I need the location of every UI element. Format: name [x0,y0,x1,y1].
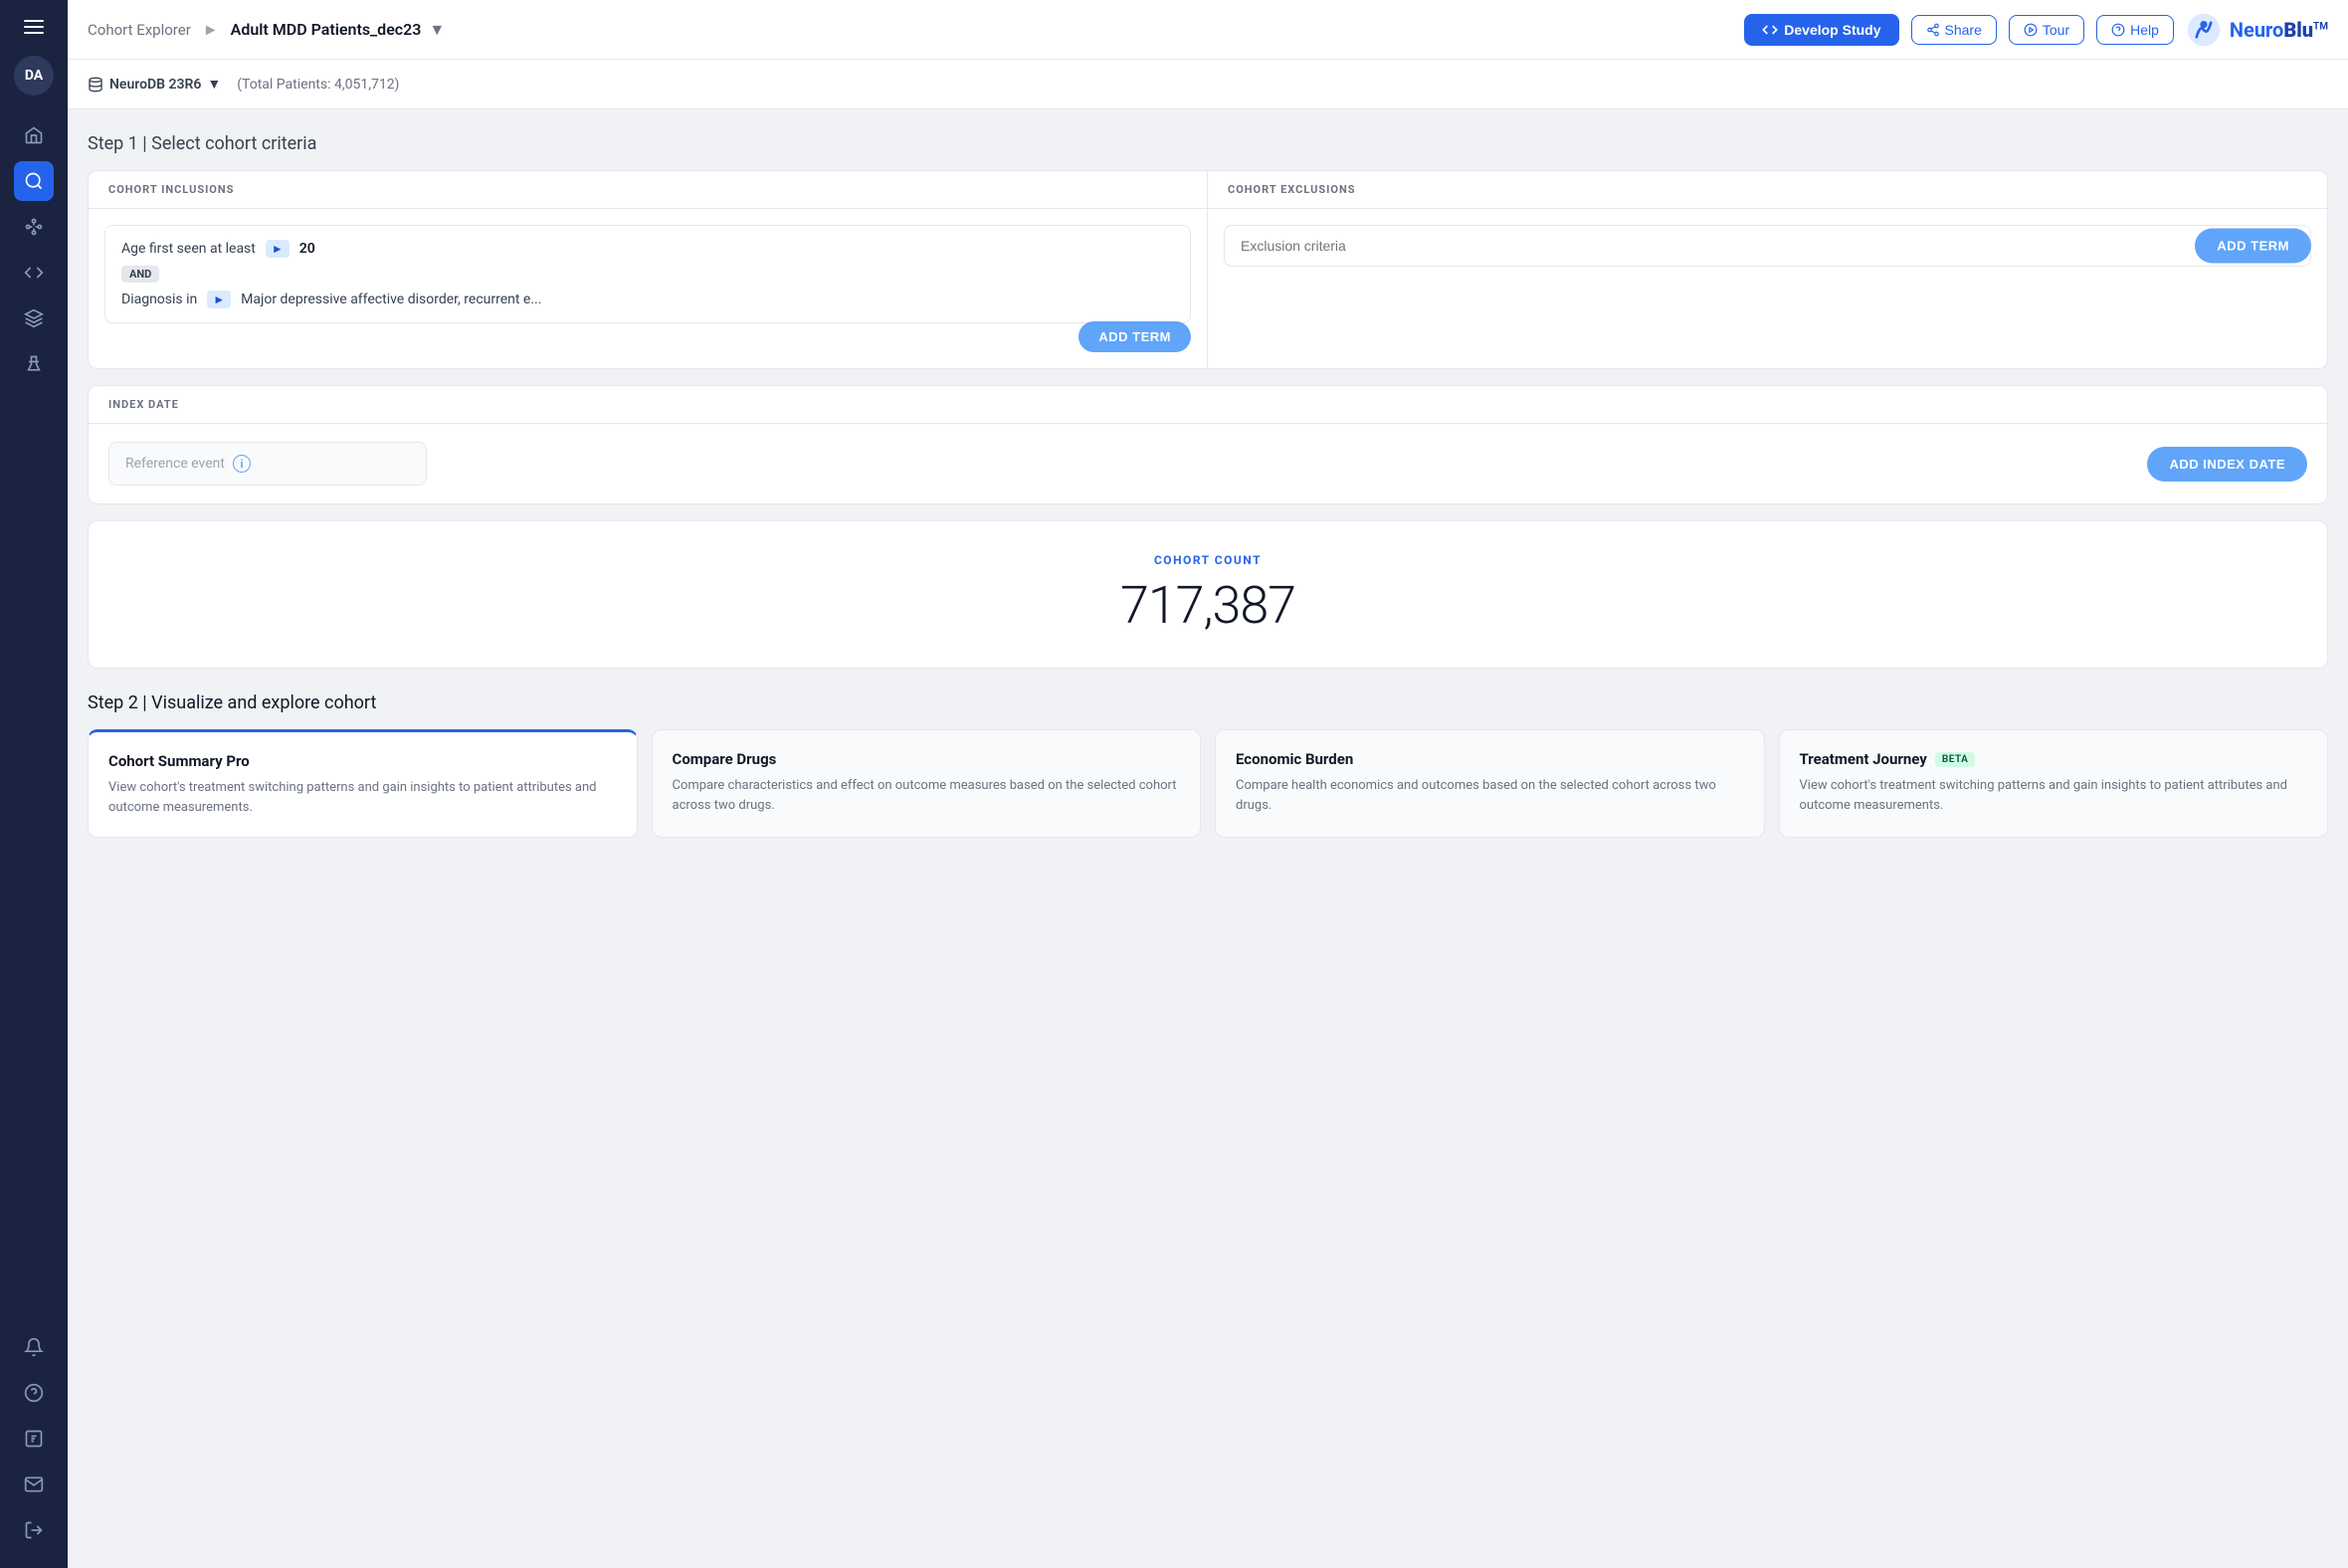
inclusion-row-1: Age first seen at least ► 20 [121,240,1174,258]
sidebar-item-cohort[interactable] [14,161,54,201]
sidebar-item-question[interactable] [14,1419,54,1459]
explore-card-economic-burden[interactable]: Economic Burden Compare health economics… [1215,729,1765,838]
explore-card-title-3: Economic Burden [1236,750,1744,768]
share-button[interactable]: Share [1911,15,1997,45]
explore-card-desc-3: Compare health economics and outcomes ba… [1236,776,1744,815]
explore-card-desc-4: View cohort's treatment switching patter… [1800,776,2308,815]
inclusions-col: COHORT INCLUSIONS Age first seen at leas… [89,171,1208,368]
index-header: INDEX DATE [89,386,2327,424]
sidebar-item-pipeline[interactable] [14,207,54,247]
sidebar-item-code[interactable] [14,253,54,293]
inclusion-item: Age first seen at least ► 20 AND Diagnos… [104,225,1191,323]
develop-study-label: Develop Study [1784,22,1880,38]
topbar: Cohort Explorer ► Adult MDD Patients_dec… [68,0,2348,60]
criteria-columns: COHORT INCLUSIONS Age first seen at leas… [89,171,2327,368]
index-body: Reference event i ADD INDEX DATE [89,424,2327,503]
explore-cards: Cohort Summary Pro View cohort's treatme… [88,729,2328,838]
inclusions-header: COHORT INCLUSIONS [89,171,1207,209]
arrow-badge-1: ► [266,240,290,258]
sidebar-item-logout[interactable] [14,1510,54,1550]
info-icon: i [233,455,251,473]
help-label: Help [2130,22,2159,38]
step2-heading: Step 2 | Visualize and explore cohort [88,692,2328,713]
exclusion-input[interactable] [1224,225,2311,267]
criteria-card: COHORT INCLUSIONS Age first seen at leas… [88,170,2328,369]
sidebar-item-notifications[interactable] [14,1327,54,1367]
add-term-inclusion-button[interactable]: ADD TERM [1078,321,1191,352]
inclusions-body: Age first seen at least ► 20 AND Diagnos… [89,209,1207,368]
explore-card-desc-2: Compare characteristics and effect on ou… [673,776,1181,815]
subbar: NeuroDB 23R6 ▼ (Total Patients: 4,051,71… [68,60,2348,109]
add-index-date-button[interactable]: ADD INDEX DATE [2147,447,2307,482]
exclusion-input-wrap: ADD TERM [1224,225,2311,267]
title-dropdown-icon[interactable]: ▼ [429,20,445,40]
exclusions-col: COHORT EXCLUSIONS ADD TERM [1208,171,2327,368]
cohort-count-card: COHORT COUNT 717,387 [88,520,2328,669]
logo-neuro: Neuro [2230,18,2283,42]
sidebar-item-home[interactable] [14,115,54,155]
cohort-count-label: COHORT COUNT [120,553,2295,567]
help-button[interactable]: Help [2096,15,2174,45]
index-card: INDEX DATE Reference event i ADD INDEX D… [88,385,2328,504]
diagnosis-row: Diagnosis in ► Major depressive affectiv… [121,291,1174,308]
sidebar-item-help-circle[interactable] [14,1373,54,1413]
develop-study-button[interactable]: Develop Study [1744,14,1898,46]
share-label: Share [1945,22,1982,38]
db-name: NeuroDB 23R6 [109,77,201,93]
topbar-left: Cohort Explorer ► Adult MDD Patients_dec… [88,20,1744,40]
explore-card-desc-1: View cohort's treatment switching patter… [108,778,617,817]
sidebar-item-layers[interactable] [14,298,54,338]
diagnosis-label: Diagnosis in [121,292,197,307]
sidebar: DA [0,0,68,1568]
add-term-exclusion-button[interactable]: ADD TERM [2195,229,2311,264]
arrow-badge-2: ► [207,291,231,308]
ref-event-placeholder: Reference event [125,456,225,472]
topbar-right: Develop Study Share Tour Help [1744,12,2328,48]
explore-card-title-2: Compare Drugs [673,750,1181,768]
and-badge: AND [121,266,159,283]
logo: NeuroBluTM [2186,12,2328,48]
step1-heading: Step 1 | Select cohort criteria [88,133,2328,154]
main-content: Cohort Explorer ► Adult MDD Patients_dec… [68,0,2348,1568]
diagnosis-value: Major depressive affective disorder, rec… [241,292,541,307]
tour-button[interactable]: Tour [2009,15,2084,45]
hamburger-menu[interactable] [20,12,48,42]
db-selector[interactable]: NeuroDB 23R6 ▼ [88,76,221,93]
sidebar-item-mail[interactable] [14,1465,54,1504]
exclusions-body: ADD TERM [1208,209,2327,368]
logo-tm: TM [2313,21,2328,32]
logo-blu: Blu [2283,18,2313,42]
explore-card-treatment-journey[interactable]: Treatment Journey BETA View cohort's tre… [1779,729,2329,838]
page-content: Step 1 | Select cohort criteria COHORT I… [68,109,2348,1568]
total-patients: (Total Patients: 4,051,712) [237,77,399,93]
age-value: 20 [299,241,315,257]
explore-card-title-1: Cohort Summary Pro [108,752,617,770]
cohort-count-value: 717,387 [120,575,2295,636]
explore-card-compare-drugs[interactable]: Compare Drugs Compare characteristics an… [652,729,1202,838]
sidebar-item-flask[interactable] [14,344,54,384]
tour-label: Tour [2043,22,2069,38]
exclusions-header: COHORT EXCLUSIONS [1208,171,2327,209]
avatar: DA [14,56,54,96]
db-dropdown-icon[interactable]: ▼ [207,76,221,93]
explore-card-title-4: Treatment Journey BETA [1800,750,2308,768]
explore-card-cohort-summary[interactable]: Cohort Summary Pro View cohort's treatme… [88,729,638,838]
page-title: Adult MDD Patients_dec23 [231,20,422,39]
breadcrumb-chevron: ► [203,20,219,40]
breadcrumb: Cohort Explorer [88,21,191,39]
ref-event-input[interactable]: Reference event i [108,442,427,486]
age-label: Age first seen at least [121,241,256,257]
beta-badge: BETA [1935,752,1976,767]
